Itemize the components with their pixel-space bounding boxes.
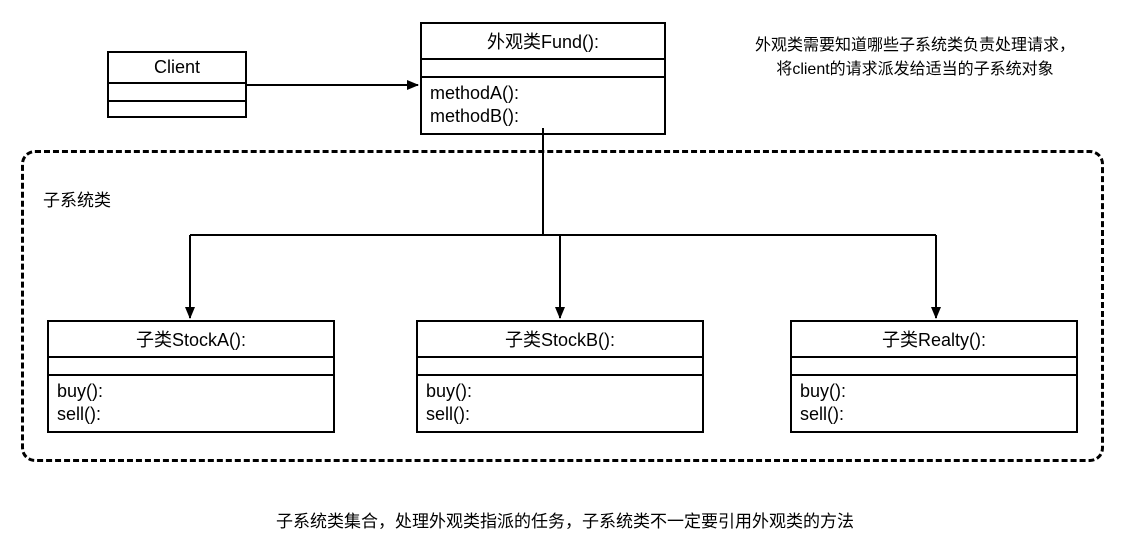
uml-class-stocka: 子类StockA(): buy(): sell(): bbox=[47, 320, 335, 433]
realty-sell: sell(): bbox=[800, 403, 1068, 426]
facade-annotation-line2: 将client的请求派发给适当的子系统对象 bbox=[715, 58, 1115, 82]
facade-methods: methodA(): methodB(): bbox=[422, 78, 664, 133]
stockb-buy: buy(): bbox=[426, 380, 694, 403]
stocka-attrs bbox=[49, 358, 333, 376]
stockb-attrs bbox=[418, 358, 702, 376]
stockb-methods: buy(): sell(): bbox=[418, 376, 702, 431]
realty-methods: buy(): sell(): bbox=[792, 376, 1076, 431]
realty-title: 子类Realty(): bbox=[792, 322, 1076, 358]
stocka-title: 子类StockA(): bbox=[49, 322, 333, 358]
facade-title: 外观类Fund(): bbox=[422, 24, 664, 60]
realty-attrs bbox=[792, 358, 1076, 376]
subsystem-label: 子系统类 bbox=[43, 186, 111, 211]
client-attrs bbox=[109, 84, 245, 102]
uml-class-stockb: 子类StockB(): buy(): sell(): bbox=[416, 320, 704, 433]
facade-attrs bbox=[422, 60, 664, 78]
uml-class-realty: 子类Realty(): buy(): sell(): bbox=[790, 320, 1078, 433]
stocka-sell: sell(): bbox=[57, 403, 325, 426]
stockb-sell: sell(): bbox=[426, 403, 694, 426]
client-title: Client bbox=[109, 53, 245, 84]
realty-buy: buy(): bbox=[800, 380, 1068, 403]
stockb-title: 子类StockB(): bbox=[418, 322, 702, 358]
client-methods bbox=[109, 102, 245, 116]
uml-class-client: Client bbox=[107, 51, 247, 118]
facade-annotation-line1: 外观类需要知道哪些子系统类负责处理请求， bbox=[715, 34, 1115, 58]
facade-method-a: methodA(): bbox=[430, 82, 656, 105]
stocka-buy: buy(): bbox=[57, 380, 325, 403]
uml-class-facade: 外观类Fund(): methodA(): methodB(): bbox=[420, 22, 666, 135]
bottom-caption: 子系统类集合，处理外观类指派的任务，子系统类不一定要引用外观类的方法 bbox=[175, 507, 955, 532]
facade-method-b: methodB(): bbox=[430, 105, 656, 128]
facade-annotation: 外观类需要知道哪些子系统类负责处理请求， 将client的请求派发给适当的子系统… bbox=[715, 34, 1115, 82]
stocka-methods: buy(): sell(): bbox=[49, 376, 333, 431]
